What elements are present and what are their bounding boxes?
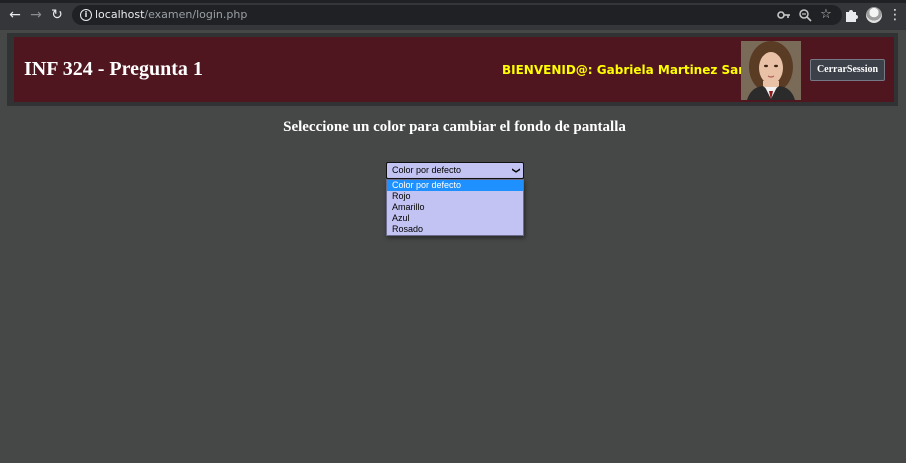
menu-icon[interactable]: ⋮ [886,6,904,24]
logout-button[interactable]: CerrarSession [810,59,885,81]
url-path: /examen/login.php [144,8,248,21]
url-host: localhost [95,8,145,21]
option-rojo[interactable]: Rojo [387,191,523,202]
extensions-icon[interactable] [842,6,860,24]
color-select[interactable]: Color por defecto ❯ [386,162,524,179]
option-azul[interactable]: Azul [387,213,523,224]
info-icon[interactable]: i [80,9,92,21]
browser-toolbar: ← → ↻ i localhost/examen/login.php ☆ ⋮ [0,0,906,30]
url-text: localhost/examen/login.php [95,8,247,22]
page-title: INF 324 - Pregunta 1 [24,58,203,80]
reload-icon[interactable]: ↻ [48,6,66,24]
zoom-icon[interactable] [797,7,813,23]
select-value: Color por defecto [392,165,462,175]
back-icon[interactable]: ← [6,6,24,24]
tab-strip [0,0,906,3]
option-rosado[interactable]: Rosado [387,224,523,235]
forward-icon[interactable]: → [27,6,45,24]
option-color-por-defecto[interactable]: Color por defecto [387,180,523,191]
chevron-down-icon: ❯ [512,167,522,174]
color-dropdown-list: Color por defecto Rojo Amarillo Azul Ros… [386,179,524,236]
key-icon[interactable] [776,7,792,23]
profile-icon[interactable] [866,7,882,23]
address-bar[interactable]: i localhost/examen/login.php ☆ [72,5,842,25]
page-heading: Seleccione un color para cambiar el fond… [283,119,626,135]
welcome-message: BIENVENID@: Gabriela Martinez Sanchez [502,63,778,77]
option-amarillo[interactable]: Amarillo [387,202,523,213]
star-icon[interactable]: ☆ [818,7,834,23]
avatar [741,41,801,100]
